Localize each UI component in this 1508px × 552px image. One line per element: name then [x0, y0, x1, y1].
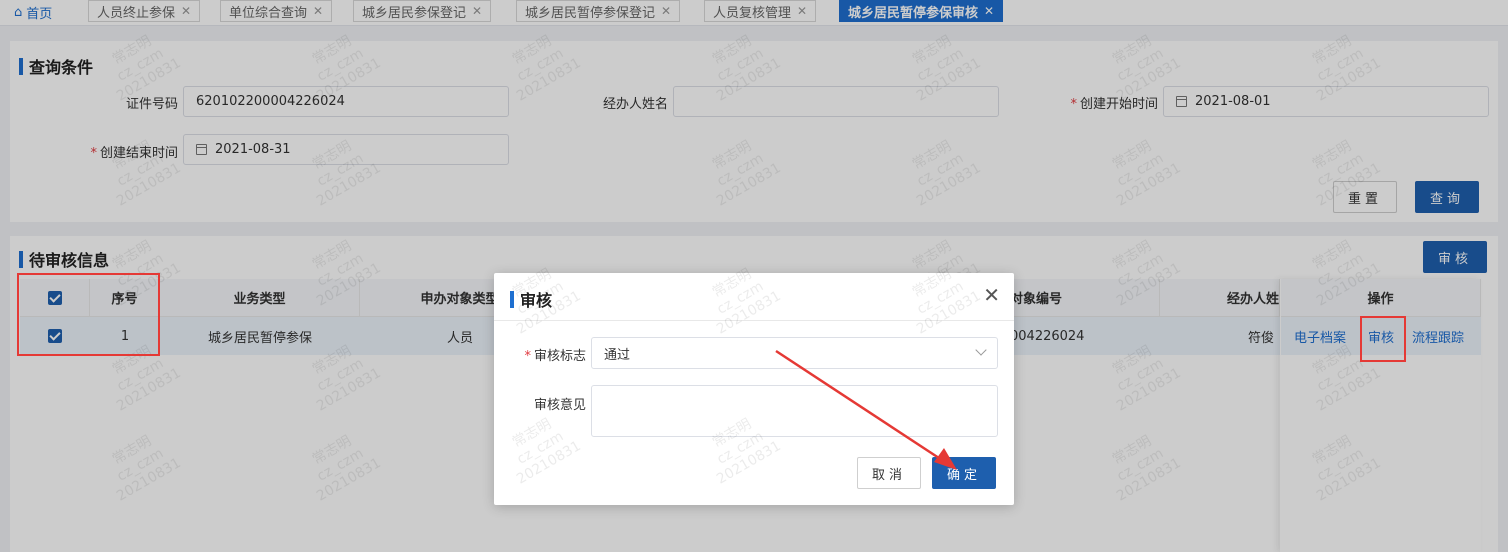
arrow-shaft	[775, 349, 946, 464]
arrow-head	[934, 448, 957, 470]
annotation-arrow	[775, 349, 957, 470]
